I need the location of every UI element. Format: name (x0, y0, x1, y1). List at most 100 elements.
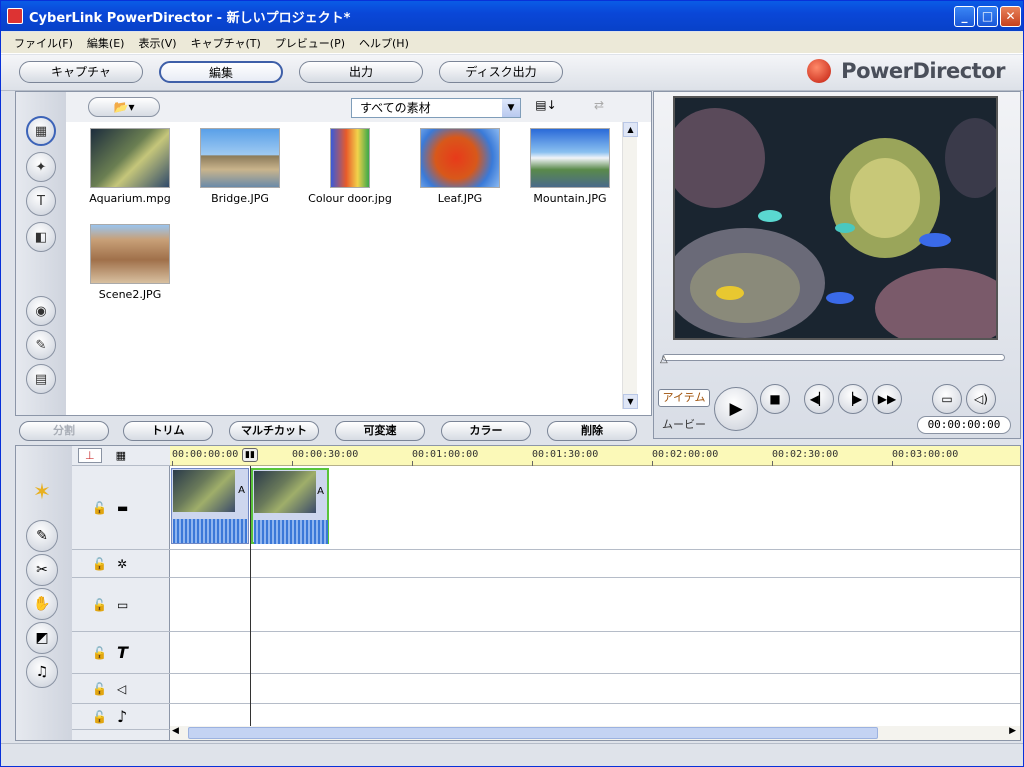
mode-capture-button[interactable]: キャプチャ (19, 61, 143, 83)
media-item-label: Bridge.JPG (211, 192, 269, 205)
menu-file[interactable]: ファイル(F) (7, 35, 80, 51)
timecode-display: 00:00:00:00 (917, 416, 1011, 434)
app-icon (7, 8, 23, 24)
title-bar[interactable]: CyberLink PowerDirector - 新しいプロジェクト* _ □… (1, 1, 1023, 31)
media-item[interactable]: Scene2.JPG (80, 224, 180, 301)
speed-button[interactable]: 可変速 (335, 421, 425, 441)
track-headers: ⊥ ▦ 🔓 ▬ 🔓 ✲ 🔓 ▭ 🔓 T 🔓 ◁ 🔓 ♪ (72, 446, 170, 740)
play-button[interactable]: ▶ (714, 387, 758, 431)
menu-view[interactable]: 表示(V) (131, 35, 183, 51)
music-note-icon[interactable]: ♫ (26, 656, 58, 688)
hand-icon[interactable]: ✋ (26, 588, 58, 620)
clip-audio-waveform (173, 519, 247, 543)
split-button[interactable]: 分割 (19, 421, 109, 441)
timeline-ruler[interactable]: 00:00:00:00 00:00:30:00 00:01:00:00 00:0… (170, 446, 1020, 466)
media-thumbnail (200, 128, 280, 188)
media-item[interactable]: Leaf.JPG (410, 128, 510, 205)
media-thumbnail (90, 128, 170, 188)
media-item-label: Colour door.jpg (308, 192, 392, 205)
library-filter-select[interactable]: すべての素材 ▼ (351, 98, 521, 118)
media-library-panel: ▦ ✦ T ◧ ◉ ✎ ▤ 📂▾ すべての素材 ▼ ▤↓ ⇄ Aquarium.… (15, 91, 652, 416)
timeline-clip-selected[interactable]: A (251, 468, 329, 544)
volume-icon[interactable]: ◁) (966, 384, 996, 414)
close-button[interactable]: ✕ (1000, 6, 1021, 27)
stop-button[interactable]: ■ (760, 384, 790, 414)
menu-edit[interactable]: 編集(E) (80, 35, 132, 51)
menu-preview[interactable]: プレビュー(P) (268, 35, 352, 51)
timeline-scrollbar[interactable]: ◀ ▶ (170, 726, 1020, 740)
timeline-clip[interactable]: A (171, 468, 249, 544)
lock-icon[interactable]: 🔓 (92, 557, 107, 571)
voice-over-icon[interactable]: ✎ (26, 330, 56, 360)
timeline-tracks: A A (170, 466, 1020, 724)
mode-produce-button[interactable]: 出力 (299, 61, 423, 83)
timeline-panel: ✶ ✎ ✂ ✋ ◩ ♫ ⊥ ▦ 🔓 ▬ 🔓 ✲ 🔓 ▭ 🔓 T 🔓 ◁ 🔓 ♪ 00:00:… (15, 445, 1021, 741)
item-mode-button[interactable]: アイテム (658, 389, 710, 407)
preview-video (673, 96, 998, 340)
track-effect: 🔓 ✲ (72, 550, 170, 578)
library-filter-value: すべての素材 (360, 101, 431, 115)
brand-name: PowerDirector (841, 59, 1005, 83)
media-item[interactable]: Aquarium.mpg (80, 128, 180, 205)
slider-handle-icon[interactable]: △ (660, 354, 674, 366)
mode-disc-button[interactable]: ディスク出力 (439, 61, 563, 83)
title-track-row (170, 632, 1020, 674)
folder-menu-button[interactable]: 📂▾ (88, 97, 160, 117)
storyboard-view-icon[interactable]: ▦ (116, 449, 126, 462)
multicut-button[interactable]: マルチカット (229, 421, 319, 441)
playhead-handle-icon[interactable]: ▮▮ (242, 448, 258, 462)
display-settings-icon[interactable]: ▭ (932, 384, 962, 414)
menu-capture[interactable]: キャプチャ(T) (184, 35, 268, 51)
scroll-right-icon[interactable]: ▶ (1009, 726, 1016, 736)
magic-wand-icon[interactable]: ✶ (26, 476, 58, 508)
lock-icon[interactable]: 🔓 (92, 501, 107, 515)
maximize-button[interactable]: □ (977, 6, 998, 27)
lock-icon[interactable]: 🔓 (92, 646, 107, 660)
pen-icon[interactable]: ✎ (26, 520, 58, 552)
track-music: 🔓 ♪ (72, 704, 170, 730)
movie-mode-button[interactable]: ムービー (658, 417, 710, 435)
media-item[interactable]: Colour door.jpg (300, 128, 400, 205)
timeline-view-icon[interactable]: ⊥ (78, 448, 102, 463)
media-thumbnail (90, 224, 170, 284)
lock-icon[interactable]: 🔓 (92, 598, 107, 612)
ruler-tick: 00:01:30:00 (532, 449, 599, 466)
scroll-left-icon[interactable]: ◀ (172, 726, 179, 736)
delete-button[interactable]: 削除 (547, 421, 637, 441)
scrollbar-thumb[interactable] (188, 727, 878, 739)
scroll-down-icon[interactable]: ▼ (623, 394, 638, 409)
effect-room-icon[interactable]: ✦ (26, 152, 56, 182)
lock-icon[interactable]: 🔓 (92, 710, 107, 724)
fast-forward-button[interactable]: ▶▶ (872, 384, 902, 414)
status-bar (1, 743, 1023, 766)
video-track-row: A A (170, 466, 1020, 550)
scissors-icon[interactable]: ✂ (26, 554, 58, 586)
video-room-icon[interactable]: ▦ (26, 116, 56, 146)
library-scrollbar[interactable]: ▲ ▼ (622, 122, 638, 409)
fix-enhance-icon[interactable]: ◩ (26, 622, 58, 654)
media-item[interactable]: Mountain.JPG (520, 128, 620, 205)
chevron-down-icon[interactable]: ▼ (502, 99, 520, 117)
edit-toolbar: 分割 トリム マルチカット 可変速 カラー 削除 (15, 419, 652, 443)
minimize-button[interactable]: _ (954, 6, 975, 27)
import-media-icon[interactable]: ▤↓ (534, 98, 558, 116)
lock-icon[interactable]: 🔓 (92, 682, 107, 696)
chapter-room-icon[interactable]: ▤ (26, 364, 56, 394)
previous-frame-button[interactable]: ◀▏ (804, 384, 834, 414)
mode-edit-button[interactable]: 編集 (159, 61, 283, 83)
trim-button[interactable]: トリム (123, 421, 213, 441)
color-button[interactable]: カラー (441, 421, 531, 441)
track-pip: 🔓 ▭ (72, 578, 170, 632)
next-frame-button[interactable]: ▕▶ (838, 384, 868, 414)
title-t-icon: T (116, 643, 128, 662)
title-room-icon[interactable]: T (26, 186, 56, 216)
media-item[interactable]: Bridge.JPG (190, 128, 290, 205)
clip-audio-marker: A (238, 485, 245, 496)
transition-room-icon[interactable]: ◧ (26, 222, 56, 252)
menu-help[interactable]: ヘルプ(H) (352, 35, 416, 51)
track-video: 🔓 ▬ (72, 466, 170, 550)
ruler-tick: 00:03:00:00 (892, 449, 959, 466)
audio-mix-icon[interactable]: ◉ (26, 296, 56, 326)
scroll-up-icon[interactable]: ▲ (623, 122, 638, 137)
preview-position-slider[interactable] (662, 354, 1005, 361)
